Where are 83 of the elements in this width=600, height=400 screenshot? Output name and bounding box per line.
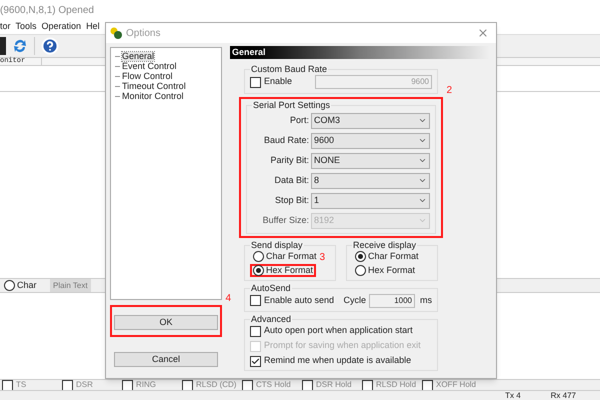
menu-item[interactable]: tor (0, 20, 11, 34)
radio-button[interactable] (253, 251, 264, 262)
radio-button[interactable] (355, 251, 366, 262)
unit-label: ms (420, 294, 432, 307)
dialog-title: Options (126, 26, 162, 40)
counter-text: Tx 4 (505, 392, 521, 400)
help-icon[interactable] (41, 37, 59, 55)
chevron-icon (418, 156, 427, 165)
field-label: Stop Bit: (274, 194, 309, 207)
tree-item[interactable]: Monitor Control (122, 92, 184, 100)
dropdown[interactable]: 8 (311, 172, 430, 188)
radio-label: Hex Format (266, 264, 314, 277)
tree-item[interactable]: Flow Control (122, 72, 173, 80)
field-label: Data Bit: (273, 174, 309, 187)
annotation-number: 3 (319, 253, 326, 263)
checkbox-label: Prompt for saving when application exit (264, 339, 421, 352)
menu-item[interactable]: Operation (42, 20, 82, 34)
checkbox[interactable] (302, 380, 313, 390)
radio-label: Hex Format (368, 264, 416, 277)
checkbox[interactable] (422, 380, 433, 390)
menu-item[interactable]: Tools (16, 20, 37, 34)
dialog-button[interactable]: OK (114, 315, 218, 330)
group-title: Advanced (250, 315, 292, 324)
dialog-button[interactable]: Cancel (114, 352, 218, 367)
window-title: (9600,N,8,1) Opened (0, 4, 94, 18)
status-label: DSR (76, 381, 93, 389)
status-label: CTS Hold (256, 381, 291, 389)
chevron-icon (418, 196, 427, 205)
status-label: DSR Hold (316, 381, 352, 389)
field-label: Buffer Size: (262, 214, 309, 227)
radio-label: Char Format (368, 250, 419, 263)
radio-button[interactable] (4, 280, 15, 291)
checkbox[interactable] (250, 295, 261, 306)
cycle-label: Cycle (343, 294, 366, 307)
chevron-icon (418, 136, 427, 145)
dropdown[interactable]: NONE (311, 152, 430, 168)
radio-label: Char (17, 278, 37, 292)
app-icon (110, 27, 122, 39)
status-label: RLSD (CD) (196, 381, 236, 389)
chevron-icon (418, 116, 427, 125)
checkbox[interactable] (182, 380, 193, 390)
status-label: TS (16, 381, 26, 389)
checkbox-label: Remind me when update is available (264, 354, 412, 368)
field-label: Parity Bit: (269, 154, 309, 167)
checkbox[interactable] (122, 380, 133, 390)
group-title: Custom Baud Rate (250, 65, 328, 74)
group-title: Receive display (352, 241, 418, 250)
checkbox[interactable] (62, 380, 73, 390)
group-title: Send display (250, 241, 304, 250)
cycle-field[interactable]: 1000 (369, 294, 415, 308)
radio-label: Char Format (266, 250, 317, 263)
tree-item[interactable]: Timeout Control (122, 82, 186, 90)
checkbox[interactable] (362, 380, 373, 390)
dropdown[interactable]: 9600 (311, 132, 430, 148)
status-label: XOFF Hold (436, 381, 476, 389)
checkbox[interactable] (2, 380, 13, 390)
annotation-number: 2 (446, 86, 452, 96)
status-label: RING (136, 381, 156, 389)
annotation-number: 4 (225, 294, 231, 304)
radio-button[interactable] (355, 265, 366, 276)
group-title: Serial Port Settings (252, 101, 332, 110)
tree-item[interactable]: Event Control (122, 62, 177, 70)
radio-button[interactable] (253, 265, 264, 276)
menu-item[interactable]: Hel (86, 20, 100, 34)
dropdown[interactable]: 1 (311, 192, 430, 208)
tree-item[interactable]: General (122, 52, 154, 60)
refresh-icon[interactable] (12, 37, 28, 55)
chevron-icon (418, 176, 427, 185)
field-label: Port: (288, 114, 309, 127)
check-icon (251, 356, 260, 366)
chevron-icon (418, 216, 427, 225)
checkbox-label: Enable auto send (264, 294, 336, 307)
checkbox-label: Auto open port when application start (264, 324, 413, 338)
counter-text: Rx 477 (550, 392, 576, 400)
dropdown[interactable]: COM3 (311, 112, 430, 128)
checkbox[interactable] (242, 380, 253, 390)
close-icon[interactable] (477, 27, 489, 39)
checkbox[interactable] (250, 356, 261, 366)
field-label: Baud Rate: (262, 134, 309, 147)
checkbox[interactable] (250, 326, 261, 336)
status-label: RLSD Hold (376, 381, 416, 389)
checkbox-label: Enable (264, 75, 294, 88)
group-title: AutoSend (250, 284, 292, 293)
